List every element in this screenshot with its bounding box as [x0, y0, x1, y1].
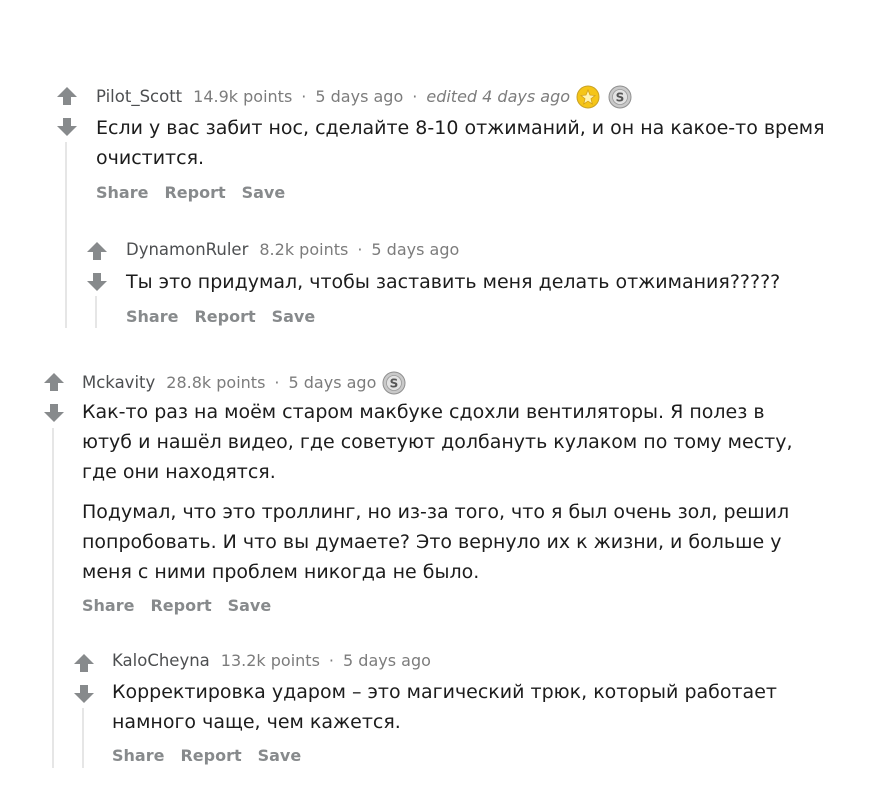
- comment-meta: Pilot_Scott 14.9k points · 5 days ago · …: [96, 85, 632, 109]
- comment-actions: Share Report Save: [82, 596, 287, 616]
- report-button[interactable]: Report: [150, 596, 211, 615]
- comment-author[interactable]: KaloCheyna: [112, 651, 210, 671]
- separator-dot: ·: [328, 651, 335, 670]
- comment-body: Ты это придумал, чтобы заставить меня де…: [126, 267, 846, 297]
- comment-actions: Share Report Save: [96, 183, 301, 203]
- comment-meta: KaloCheyna 13.2k points · 5 days ago: [112, 651, 431, 671]
- separator-dot: ·: [357, 240, 363, 259]
- comment-author[interactable]: Mckavity: [82, 373, 155, 393]
- comment-paragraph: Подумал, что это троллинг, но из-за того…: [82, 501, 790, 583]
- share-button[interactable]: Share: [82, 596, 134, 615]
- comment-meta: Mckavity 28.8k points · 5 days ago S: [82, 371, 406, 395]
- thread-line: [52, 428, 54, 768]
- svg-text:S: S: [390, 377, 399, 391]
- save-button[interactable]: Save: [258, 746, 302, 765]
- upvote-arrow-icon[interactable]: [43, 372, 65, 392]
- upvote-arrow-icon[interactable]: [73, 653, 95, 673]
- comment-paragraph: Как-то раз на моём старом макбуке сдохли…: [82, 401, 793, 483]
- comment-author[interactable]: DynamonRuler: [126, 240, 248, 260]
- report-button[interactable]: Report: [194, 307, 255, 326]
- comment-time[interactable]: 5 days ago: [343, 651, 431, 671]
- comment-actions: Share Report Save: [112, 746, 317, 766]
- comment-points: 28.8k points: [166, 373, 266, 392]
- comment-text: Корректировка ударом – это магический тр…: [112, 681, 777, 733]
- downvote-arrow-icon[interactable]: [73, 684, 95, 704]
- comment-points: 13.2k points: [220, 651, 320, 670]
- comment-body: Корректировка ударом – это магический тр…: [112, 677, 792, 737]
- thread-line: [95, 296, 97, 328]
- comment-points: 14.9k points: [193, 87, 293, 106]
- share-button[interactable]: Share: [126, 307, 178, 326]
- gold-award-icon[interactable]: [576, 85, 600, 109]
- silver-award-icon[interactable]: S: [608, 85, 632, 109]
- thread-line: [82, 708, 84, 768]
- comment-author[interactable]: Pilot_Scott: [96, 87, 182, 107]
- comment-time[interactable]: 5 days ago: [371, 240, 459, 260]
- share-button[interactable]: Share: [112, 746, 164, 765]
- comment-body: Как-то раз на моём старом макбуке сдохли…: [82, 397, 802, 587]
- svg-text:S: S: [616, 91, 625, 105]
- comment-text: Ты это придумал, чтобы заставить меня де…: [126, 271, 781, 293]
- save-button[interactable]: Save: [242, 183, 286, 202]
- comment-body: Если у вас забит нос, сделайте 8-10 отжи…: [96, 113, 836, 173]
- comment-time[interactable]: 5 days ago: [289, 373, 377, 393]
- upvote-arrow-icon[interactable]: [86, 241, 108, 261]
- downvote-arrow-icon[interactable]: [86, 272, 108, 292]
- report-button[interactable]: Report: [180, 746, 241, 765]
- upvote-arrow-icon[interactable]: [56, 86, 78, 106]
- thread-line: [65, 142, 67, 328]
- comment-text: Если у вас забит нос, сделайте 8-10 отжи…: [96, 117, 825, 169]
- comment-time[interactable]: 5 days ago: [315, 87, 403, 107]
- separator-dot: ·: [301, 87, 307, 106]
- comment-actions: Share Report Save: [126, 307, 331, 327]
- save-button[interactable]: Save: [228, 596, 272, 615]
- comment-points: 8.2k points: [259, 240, 349, 259]
- save-button[interactable]: Save: [272, 307, 316, 326]
- separator-dot: ·: [274, 373, 280, 392]
- comment-meta: DynamonRuler 8.2k points · 5 days ago: [126, 240, 459, 260]
- comment-edited: edited 4 days ago: [426, 87, 571, 106]
- downvote-arrow-icon[interactable]: [56, 117, 78, 137]
- downvote-arrow-icon[interactable]: [43, 403, 65, 423]
- report-button[interactable]: Report: [164, 183, 225, 202]
- share-button[interactable]: Share: [96, 183, 148, 202]
- separator-dot: ·: [412, 87, 418, 106]
- silver-award-icon[interactable]: S: [382, 371, 406, 395]
